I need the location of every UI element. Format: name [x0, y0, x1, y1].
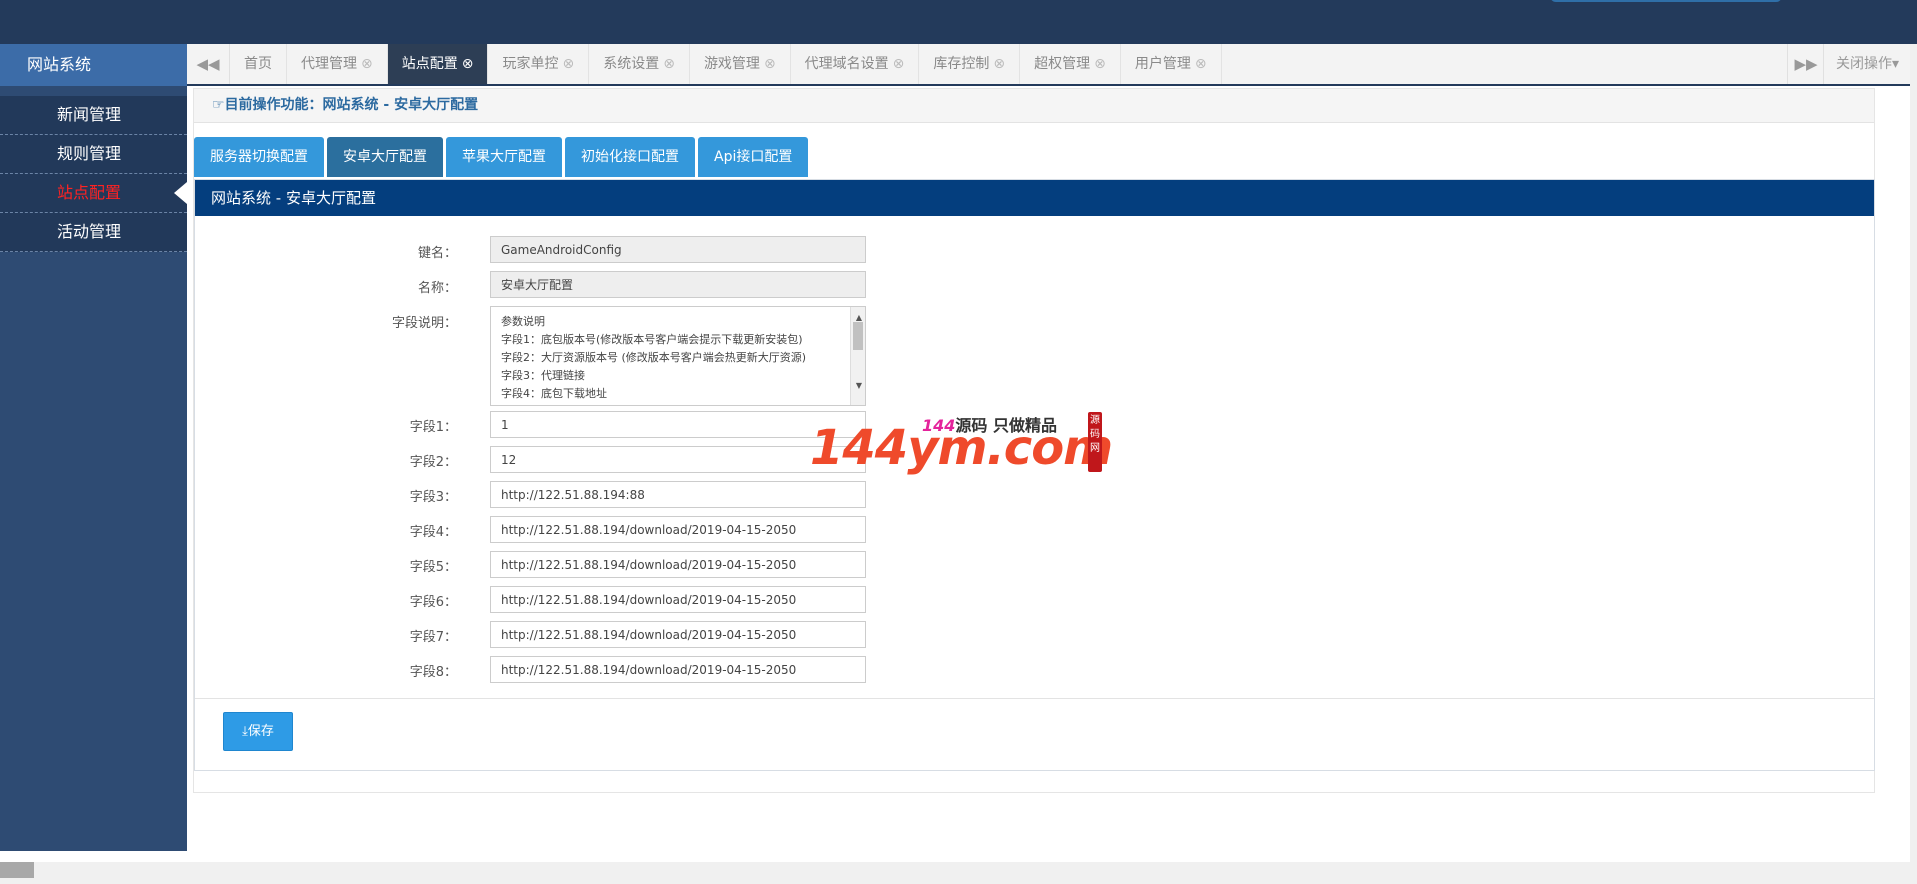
top-header-bar: [0, 0, 1917, 44]
tab-site-config[interactable]: 站点配置 ⊗: [387, 44, 489, 84]
close-icon[interactable]: ⊗: [361, 56, 373, 72]
breadcrumb: ☞目前操作功能：网站系统 - 安卓大厅配置: [194, 89, 1874, 123]
watermark-seal: 源码网: [1088, 412, 1102, 472]
subtab-api-interface-config[interactable]: Api接口配置: [698, 137, 809, 177]
sidebar-item-site-config[interactable]: 站点配置: [0, 174, 187, 213]
subtab-android-lobby-config[interactable]: 安卓大厅配置: [327, 137, 443, 177]
close-icon[interactable]: ⊗: [893, 56, 905, 72]
subtab-apple-lobby-config[interactable]: 苹果大厅配置: [446, 137, 562, 177]
close-icon[interactable]: ⊗: [1094, 56, 1106, 72]
field-3-input[interactable]: http://122.51.88.194:88: [490, 481, 866, 508]
field-7-input[interactable]: http://122.51.88.194/download/2019-04-15…: [490, 621, 866, 648]
field-4-input[interactable]: http://122.51.88.194/download/2019-04-15…: [490, 516, 866, 543]
close-icon[interactable]: ⊗: [1195, 56, 1207, 72]
caret-down-icon: ▾: [1891, 56, 1900, 72]
key-field[interactable]: GameAndroidConfig: [490, 236, 866, 263]
save-button[interactable]: ⤓保存: [223, 712, 293, 751]
page-horizontal-scrollbar[interactable]: [0, 862, 1917, 884]
tabs: 首页 代理管理 ⊗ 站点配置 ⊗ 玩家单控 ⊗ 系统设置 ⊗ 游戏管理 ⊗ 代理域名设置 ⊗…: [230, 44, 1222, 84]
scroll-thumb[interactable]: [853, 322, 863, 350]
key-label: 键名：: [417, 246, 457, 261]
field-1-label: 字段1：: [409, 420, 457, 435]
close-icon[interactable]: ⊗: [993, 56, 1005, 72]
sidebar: 网站系统 新闻管理 规则管理 站点配置 活动管理: [0, 44, 187, 851]
field-5-input[interactable]: http://122.51.88.194/download/2019-04-15…: [490, 551, 866, 578]
scroll-down-icon[interactable]: ▼: [856, 377, 862, 395]
field-8-input[interactable]: http://122.51.88.194/download/2019-04-15…: [490, 656, 866, 683]
textarea-scrollbar[interactable]: ▲ ▼: [850, 307, 865, 405]
field-6-input[interactable]: http://122.51.88.194/download/2019-04-15…: [490, 586, 866, 613]
tab-system-settings[interactable]: 系统设置 ⊗: [589, 44, 690, 84]
tab-game-management[interactable]: 游戏管理 ⊗: [690, 44, 791, 84]
footer-divider: [195, 698, 1874, 699]
close-icon[interactable]: ⊗: [663, 56, 675, 72]
name-field[interactable]: 安卓大厅配置: [490, 271, 866, 298]
panel-title: 网站系统 - 安卓大厅配置: [195, 180, 1874, 216]
tab-super-admin[interactable]: 超权管理 ⊗: [1020, 44, 1121, 84]
field-4-label: 字段4：: [409, 525, 457, 540]
horizontal-scroll-thumb[interactable]: [0, 862, 34, 878]
tab-agent-management[interactable]: 代理管理 ⊗: [287, 44, 388, 84]
sidebar-item-news[interactable]: 新闻管理: [0, 96, 187, 135]
tab-scroll-right-icon[interactable]: ▶▶: [1787, 44, 1824, 84]
name-label: 名称：: [417, 281, 457, 296]
tab-agent-domain-settings[interactable]: 代理域名设置 ⊗: [791, 44, 920, 84]
field-7-label: 字段7：: [409, 630, 457, 645]
tab-inventory-control[interactable]: 库存控制 ⊗: [919, 44, 1021, 84]
close-icon[interactable]: ⊗: [462, 56, 474, 72]
field-5-label: 字段5：: [409, 560, 457, 575]
description-textarea[interactable]: 参数说明 字段1：底包版本号(修改版本号客户端会提示下载更新安装包) 字段2：大…: [490, 306, 866, 406]
close-icon[interactable]: ⊗: [764, 56, 776, 72]
tab-user-management[interactable]: 用户管理 ⊗: [1121, 44, 1222, 84]
page-vertical-scrollbar[interactable]: [1910, 44, 1917, 862]
sidebar-item-activities[interactable]: 活动管理: [0, 213, 187, 252]
close-icon[interactable]: ⊗: [562, 56, 574, 72]
close-operations-dropdown[interactable]: 关闭操作▾: [1823, 44, 1911, 84]
hand-pointer-icon: ☞: [212, 97, 225, 113]
tab-player-control[interactable]: 玩家单控 ⊗: [488, 44, 590, 84]
subtab-server-switch-config[interactable]: 服务器切换配置: [194, 137, 324, 177]
tab-scroll-left-icon[interactable]: ◀◀: [187, 44, 230, 84]
description-label: 字段说明：: [391, 316, 457, 331]
sidebar-item-rules[interactable]: 规则管理: [0, 135, 187, 174]
sidebar-title[interactable]: 网站系统: [0, 44, 187, 86]
field-6-label: 字段6：: [409, 595, 457, 610]
watermark-logo: 144ym.com 144源码 只做精品 源码网: [810, 410, 1113, 480]
tab-bar: ◀◀ 首页 代理管理 ⊗ 站点配置 ⊗ 玩家单控 ⊗ 系统设置 ⊗ 游戏管理 ⊗ 代理域名…: [187, 44, 1910, 86]
sub-tabs: 服务器切换配置 安卓大厅配置 苹果大厅配置 初始化接口配置 Api接口配置: [194, 137, 811, 177]
field-8-label: 字段8：: [409, 665, 457, 680]
field-2-label: 字段2：: [409, 455, 457, 470]
field-3-label: 字段3：: [409, 490, 457, 505]
tab-home[interactable]: 首页: [230, 44, 287, 84]
header-search-pill[interactable]: [1550, 0, 1782, 2]
subtab-init-interface-config[interactable]: 初始化接口配置: [565, 137, 695, 177]
